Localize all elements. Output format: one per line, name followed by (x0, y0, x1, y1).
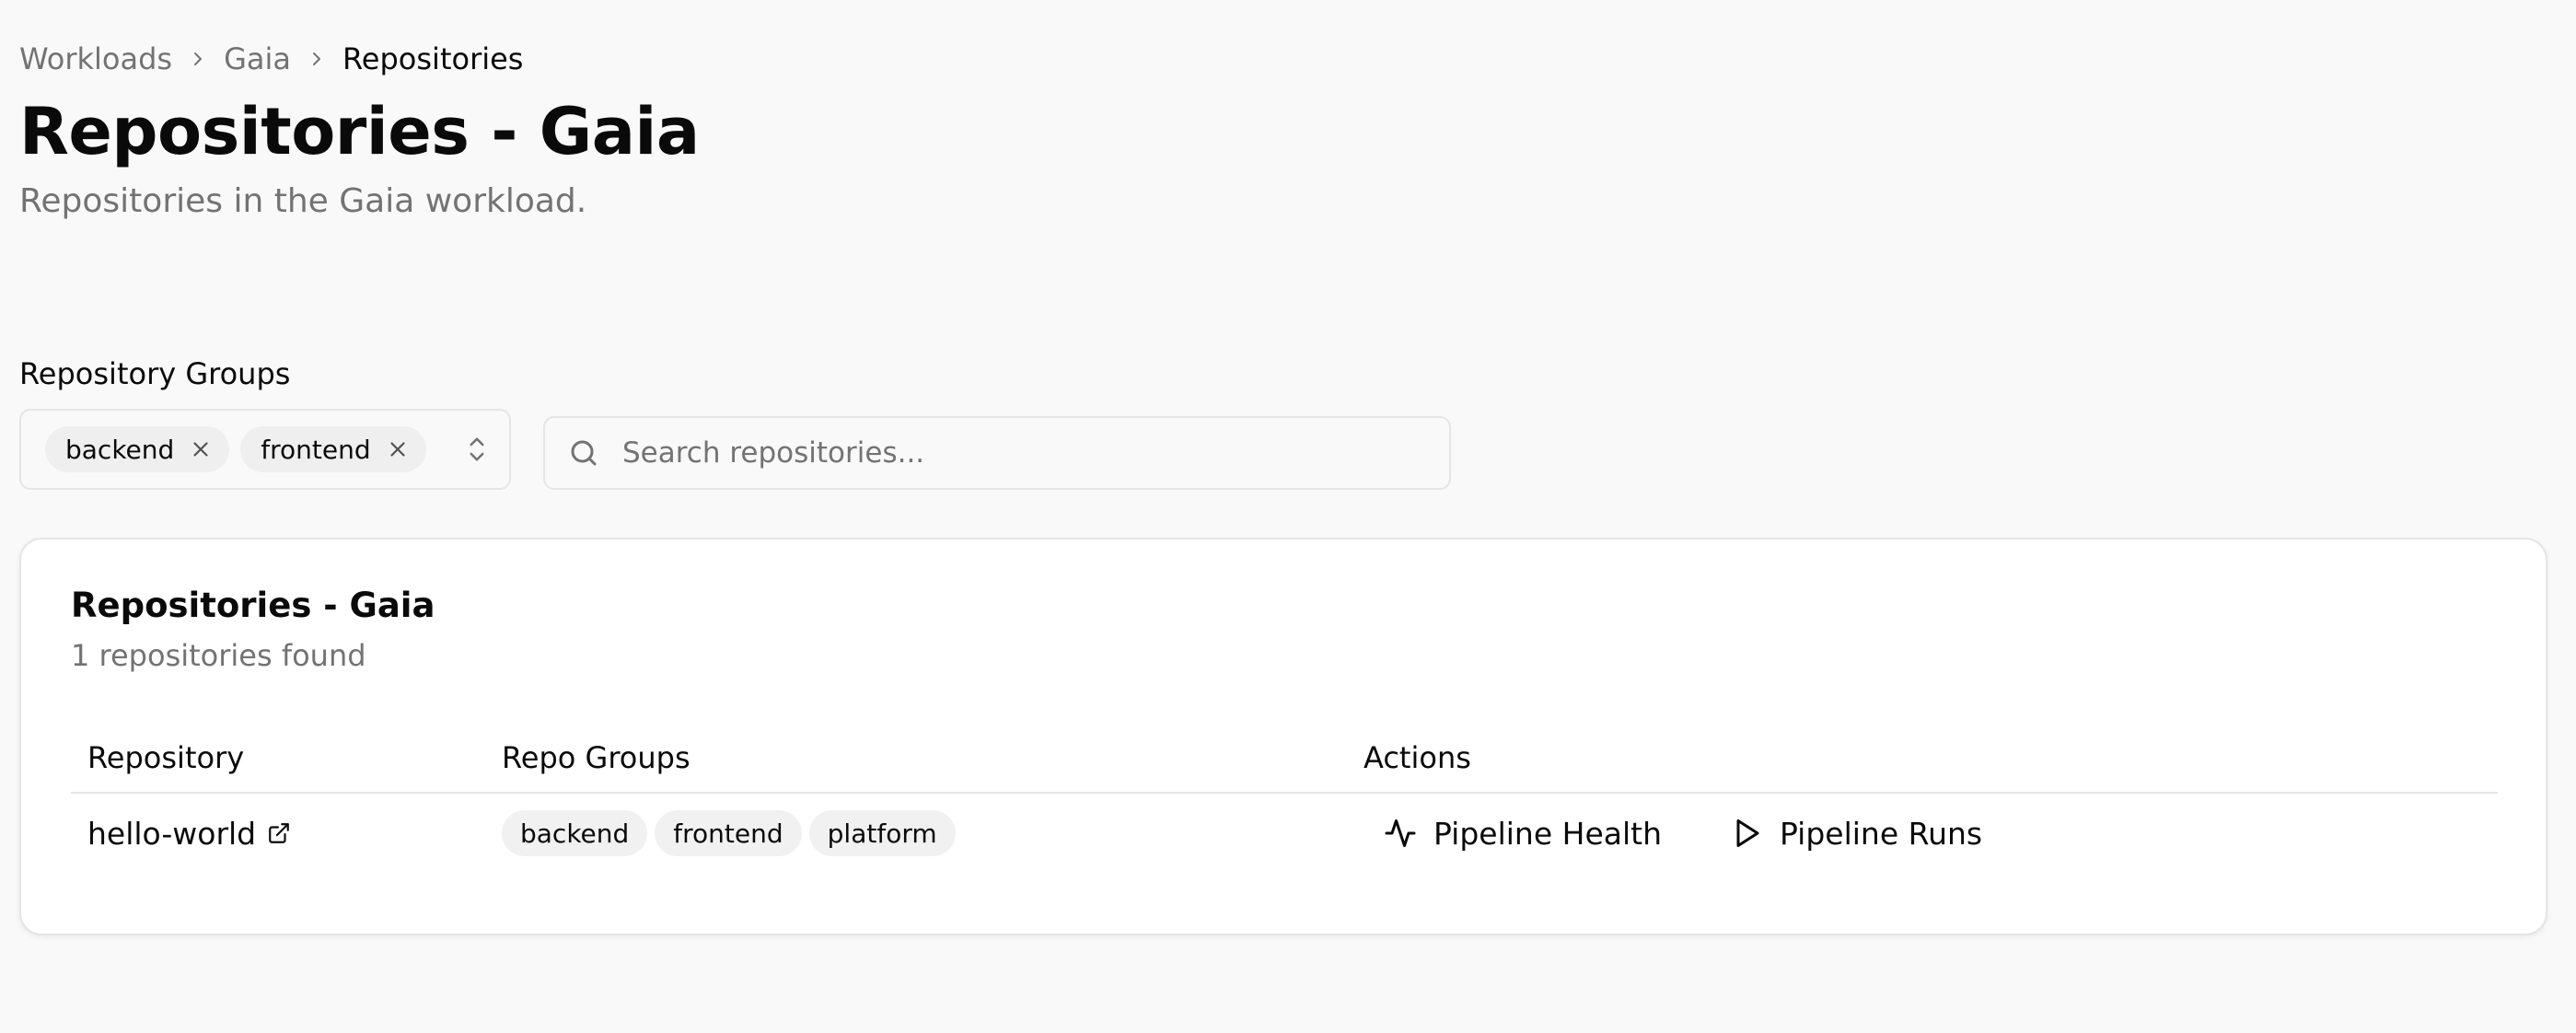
search-icon (567, 436, 600, 470)
repository-link[interactable]: hello-world (87, 816, 291, 852)
x-icon[interactable] (386, 437, 410, 461)
repository-groups-select[interactable]: backend frontend (19, 409, 511, 490)
search-input[interactable] (622, 436, 1449, 470)
table-row: hello-world backend frontend platform Pi… (71, 794, 2498, 873)
column-header-repo-groups: Repo Groups (502, 740, 690, 775)
breadcrumb-repositories: Repositories (342, 41, 524, 76)
column-header-repository: Repository (87, 740, 245, 775)
repo-group-tag: platform (808, 810, 956, 856)
page-title: Repositories - Gaia (19, 94, 700, 169)
chevrons-up-down-icon[interactable] (463, 433, 491, 466)
card-description: 1 repositories found (71, 638, 366, 673)
external-link-icon (267, 821, 291, 845)
repo-group-tag: frontend (655, 810, 802, 856)
repository-name: hello-world (87, 815, 257, 852)
pipeline-runs-label: Pipeline Runs (1780, 815, 1983, 852)
page-subtitle: Repositories in the Gaia workload. (19, 182, 587, 220)
activity-icon (1385, 819, 1416, 847)
card-title: Repositories - Gaia (71, 586, 435, 625)
selected-group-chip: backend (45, 426, 230, 472)
repo-groups-cell: backend frontend platform (485, 810, 1347, 856)
breadcrumb: Workloads Gaia Repositories (19, 37, 523, 81)
chevron-right-icon (291, 48, 342, 70)
chip-label: frontend (261, 434, 371, 465)
play-icon (1736, 819, 1759, 847)
chip-label: backend (65, 434, 175, 465)
repositories-table: Repository Repo Groups Actions hello-wor… (71, 724, 2498, 873)
search-box (543, 416, 1451, 490)
chevron-right-icon (172, 48, 224, 70)
repository-groups-label: Repository Groups (19, 356, 291, 391)
x-icon[interactable] (189, 437, 213, 461)
page: Workloads Gaia Repositories Repositories… (0, 0, 2576, 1033)
selected-group-chip: frontend (240, 426, 426, 472)
column-header-actions: Actions (1363, 740, 1471, 775)
breadcrumb-gaia[interactable]: Gaia (224, 37, 291, 81)
repositories-card: Repositories - Gaia 1 repositories found… (19, 538, 2547, 935)
pipeline-runs-button[interactable]: Pipeline Runs (1710, 807, 1997, 861)
breadcrumb-workloads[interactable]: Workloads (19, 37, 172, 81)
actions-cell: Pipeline Health Pipeline Runs (1347, 807, 2498, 861)
table-header: Repository Repo Groups Actions (71, 724, 2498, 794)
repository-cell: hello-world (71, 816, 485, 852)
repo-group-tag: backend (502, 810, 648, 856)
pipeline-health-label: Pipeline Health (1433, 815, 1662, 852)
pipeline-health-button[interactable]: Pipeline Health (1363, 807, 1677, 861)
